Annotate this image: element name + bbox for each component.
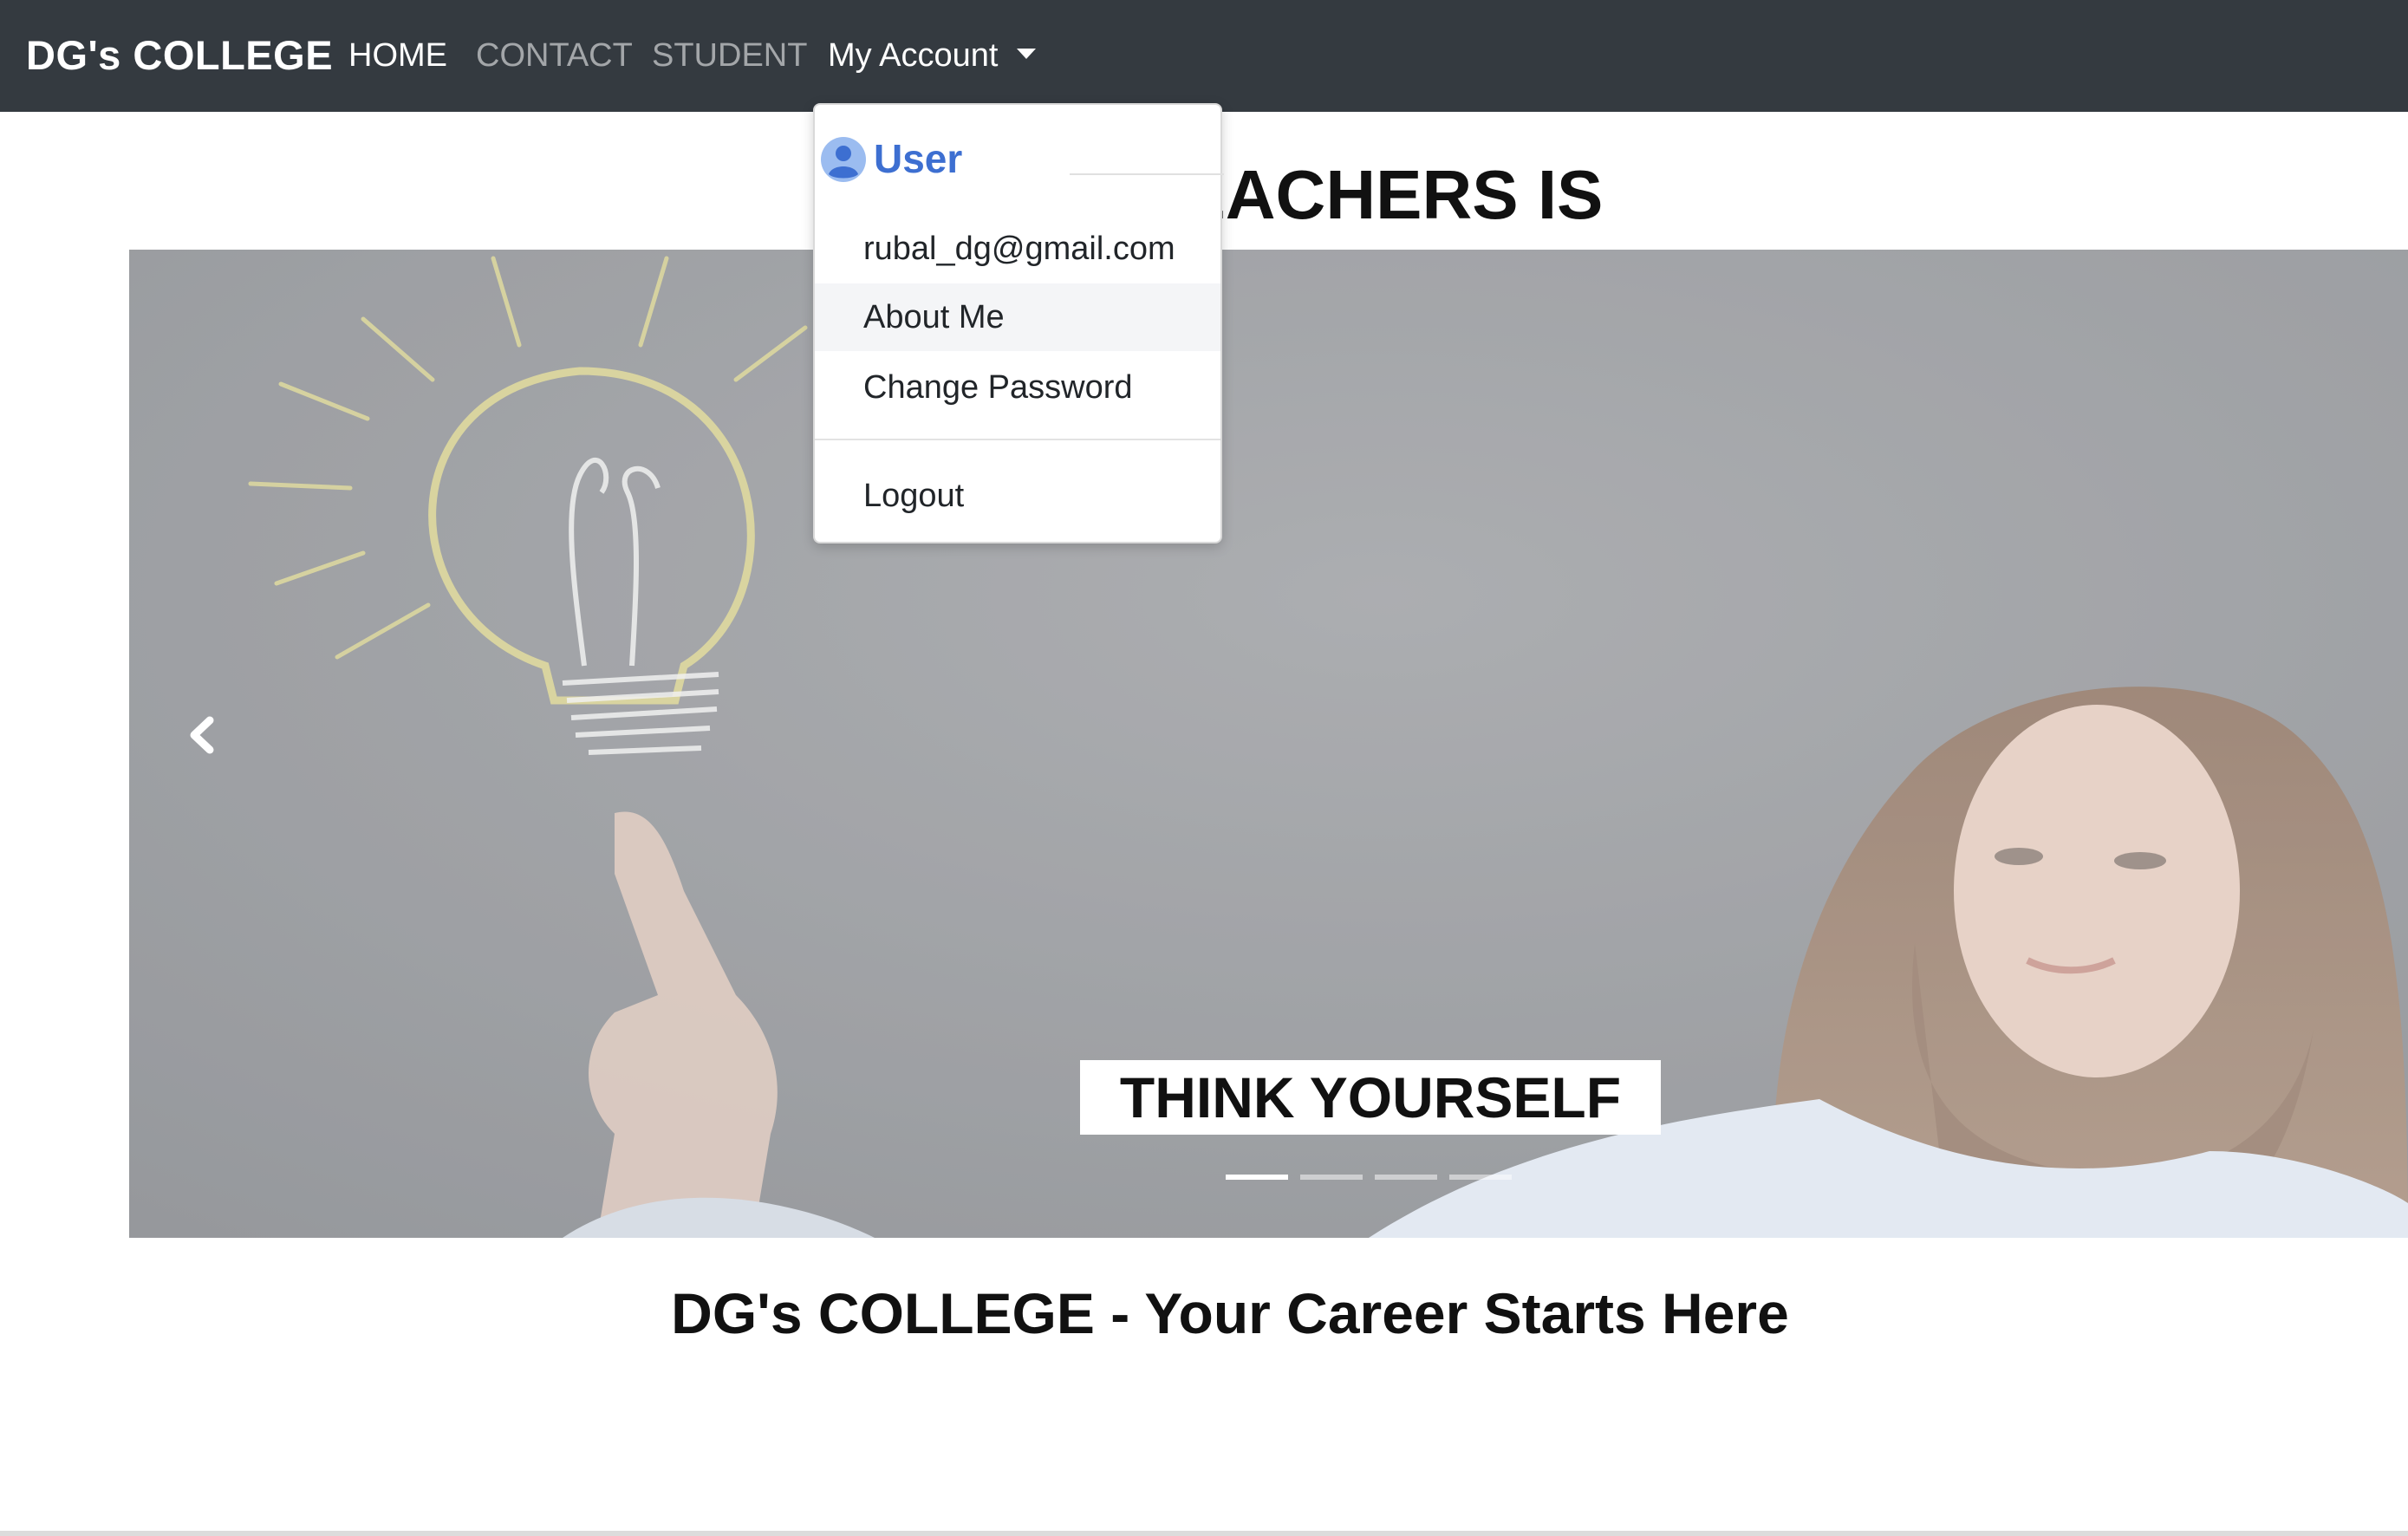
- change-password-menu-item[interactable]: Change Password: [815, 354, 1220, 421]
- logout-menu-item[interactable]: Logout: [815, 462, 1220, 530]
- brand-logo[interactable]: DG's COLLEGE: [26, 26, 333, 85]
- dropdown-header-label: User: [874, 136, 963, 181]
- user-email: rubal_dg@gmail.com: [863, 231, 1175, 267]
- user-circle-icon: [821, 137, 866, 182]
- top-navbar: DG's COLLEGE HOME CONTACT STUDENT My Acc…: [0, 0, 2408, 112]
- tagline-heading: DG's COLLEGE - Your Career Starts Here: [671, 1281, 1789, 1345]
- dropdown-divider: [815, 439, 1220, 440]
- carousel-indicator[interactable]: [1300, 1175, 1363, 1180]
- nav-contact-link[interactable]: CONTACT: [476, 26, 633, 85]
- my-account-dropdown-toggle[interactable]: My Account: [828, 26, 1037, 85]
- dropdown-header: User: [821, 133, 963, 185]
- caption-text: THINK YOURSELF: [1119, 1065, 1622, 1129]
- header-underline: [1070, 173, 1224, 175]
- carousel-indicator[interactable]: [1449, 1175, 1512, 1180]
- carousel-caption: THINK YOURSELF: [1080, 1060, 1661, 1135]
- carousel-indicator[interactable]: [1226, 1175, 1288, 1180]
- my-account-label: My Account: [828, 37, 999, 74]
- caret-down-icon: [1017, 49, 1037, 59]
- about-me-menu-item[interactable]: About Me: [815, 283, 1220, 351]
- nav-student-link[interactable]: STUDENT: [652, 26, 807, 85]
- hero-carousel: THINK YOURSELF: [129, 250, 2408, 1238]
- nav-home-link[interactable]: HOME: [348, 26, 447, 85]
- account-dropdown-menu: User rubal_dg@gmail.com About Me Change …: [813, 103, 1224, 543]
- bottom-divider: [0, 1531, 2408, 1536]
- chevron-left-icon[interactable]: [172, 705, 232, 765]
- carousel-indicator[interactable]: [1375, 1175, 1437, 1180]
